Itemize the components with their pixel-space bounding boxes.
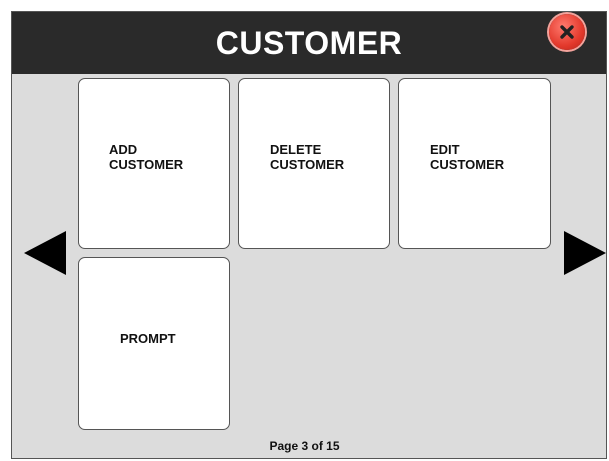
prompt-label: PROMPT xyxy=(120,331,176,346)
close-icon xyxy=(560,25,574,39)
prompt-button[interactable]: PROMPT xyxy=(78,257,230,430)
edit-customer-button[interactable]: EDIT CUSTOMER xyxy=(398,78,551,249)
arrow-right-icon[interactable] xyxy=(562,229,608,277)
title-bar: CUSTOMER xyxy=(12,12,606,74)
close-button[interactable] xyxy=(549,14,585,50)
add-customer-button[interactable]: ADD CUSTOMER xyxy=(78,78,230,249)
delete-customer-button[interactable]: DELETE CUSTOMER xyxy=(238,78,390,249)
delete-customer-label: DELETE CUSTOMER xyxy=(270,142,345,172)
page-indicator: Page 3 of 15 xyxy=(269,439,340,453)
edit-customer-label: EDIT CUSTOMER xyxy=(430,142,505,172)
page-title: CUSTOMER xyxy=(215,25,403,61)
arrow-left-icon[interactable] xyxy=(22,229,68,277)
add-customer-label: ADD CUSTOMER xyxy=(109,142,184,172)
